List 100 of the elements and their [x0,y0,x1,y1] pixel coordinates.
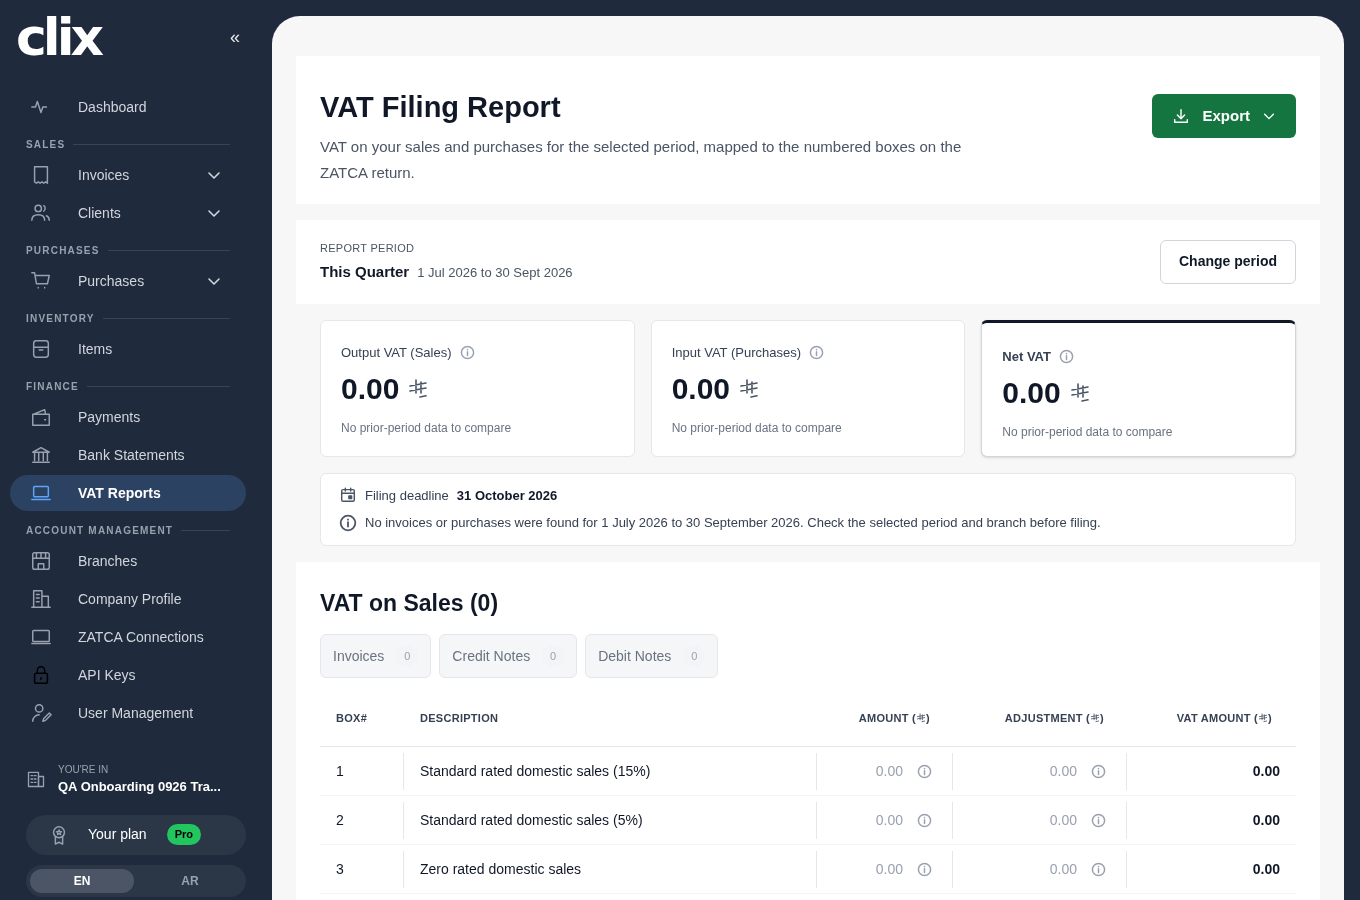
workspace-name: QA Onboarding 0926 Tra... [58,778,221,796]
building-icon [26,769,46,790]
table-cell-text: 0.00 [1252,761,1280,781]
riyal-icon [1090,713,1101,723]
export-button[interactable]: Export [1152,94,1296,138]
stat-note: No prior-period data to compare [671,420,843,437]
table-cell-text: Standard rated domestic sales (15%) [420,761,651,781]
column-header: ADJUSTMENT ( ) [1003,710,1105,726]
table-cell-text: Zero rated domestic sales [420,859,582,879]
info-icon [917,812,932,828]
sidebar-item[interactable]: ZATCA Connections [10,619,246,655]
sidebar-item[interactable]: Dashboard [10,89,246,125]
change-period-button[interactable]: Change period [1160,239,1296,284]
stat-label: Net VAT [1002,347,1051,366]
table-cell-text: 0.00 [1049,810,1077,830]
page-title: VAT Filing Report [320,90,562,125]
period-range: 1 Jul 2026 to 30 Sept 2026 [417,263,573,282]
table-cell-text: 2 [336,810,344,830]
info-icon [1091,861,1106,877]
info-icon [1091,763,1106,779]
language-option[interactable]: AR [138,868,242,893]
sidebar-item[interactable]: Branches [10,543,246,579]
riyal-icon [1068,381,1091,404]
user-edit-icon [30,702,52,724]
stat-value: 0.00 [671,371,731,407]
table-cell-text: Standard rated domestic sales (5%) [420,810,643,830]
table-cell-text: 0.00 [1049,761,1077,781]
workspace-caption: YOU'RE IN [58,763,110,777]
info-icon [917,763,932,779]
sidebar-item[interactable]: Payments [10,399,246,435]
users-icon [30,202,52,224]
column-header: DESCRIPTION [419,710,500,726]
table-cell-text: 0.00 [875,859,903,879]
notice-message: No invoices or purchases were found for 1 July 2026 to 30 September 2026. Check the selected period and branch before filing. [365,514,1101,532]
column-header: VAT AMOUNT ( ) [1175,710,1273,726]
stat-label: Input VAT (Purchases) [671,343,801,362]
riyal-icon [407,377,430,400]
section-heading: SALES [26,137,66,152]
deadline-label: Filing deadline [365,486,449,505]
stat-note: No prior-period data to compare [1002,424,1174,441]
calendar-icon [339,486,357,505]
cart-icon [30,270,52,292]
sidebar-item[interactable]: Bank Statements [10,437,246,473]
info-icon [809,344,824,360]
info-icon [459,344,475,360]
award-icon [50,824,68,845]
sidebar-item[interactable]: Invoices [10,157,246,193]
stat-value: 0.00 [341,371,400,407]
page-description: VAT on your sales and purchases for the selected period, mapped to the numbered boxes on the ZATCA return. [320,136,963,183]
plan-badge: Pro [166,824,201,845]
table-cell-text: 0.00 [1252,859,1280,879]
store-icon [30,550,52,572]
riyal-icon [1258,713,1269,723]
sidebar-item[interactable]: Purchases [10,263,246,299]
stat-value: 0.00 [1002,375,1061,411]
sidebar-item[interactable]: VAT Reports [10,475,246,511]
sidebar-item[interactable]: Company Profile [10,581,246,617]
stat-card[interactable]: Input VAT (Purchases) 0.00 No prior-period data to compare [650,319,966,457]
column-header: BOX# [335,710,369,726]
filter-tab[interactable]: Invoices 0 [320,634,432,678]
plan-label: Your plan [88,825,147,844]
deadline-date: 31 October 2026 [456,486,558,505]
filter-tab[interactable]: Debit Notes 0 [585,634,719,678]
table-cell-text: 0.00 [1049,859,1077,879]
period-caption: REPORT PERIOD [320,241,416,256]
table-cell-text: 0.00 [1252,810,1280,830]
stat-card[interactable]: Net VAT 0.00 No prior-period data to compare [981,319,1296,457]
collapse-button[interactable]: « [230,28,240,46]
sidebar-item[interactable]: Items [10,331,246,367]
bank-icon [30,444,52,466]
riyal-icon [916,713,927,723]
language-option[interactable]: EN [30,868,134,893]
stat-label: Output VAT (Sales) [341,343,452,362]
period-name: This Quarter [320,261,410,282]
building-icon [30,588,52,610]
sidebar-item[interactable]: User Management [10,695,246,731]
info-icon [917,861,932,877]
sidebar-item[interactable]: Clients [10,195,246,231]
section-heading: ACCOUNT MANAGEMENT [26,523,174,538]
sidebar-item[interactable]: API Keys [10,657,246,693]
plan-card[interactable]: Your plan Pro [26,814,246,855]
table-cell-text: 3 [336,859,344,879]
box-icon [30,338,52,360]
table-cell-text: 0.00 [875,761,903,781]
column-header: AMOUNT ( ) [857,710,931,726]
filter-tab[interactable]: Credit Notes 0 [439,634,578,678]
riyal-icon [738,377,761,400]
section-heading: FINANCE [26,379,79,394]
info-icon [1091,812,1106,828]
table-cell-text: 1 [336,761,344,781]
wallet-icon [30,406,52,428]
logo: clix [16,11,100,63]
info-icon [339,513,357,532]
section-heading: INVENTORY [26,311,95,326]
table-cell-text: 0.00 [875,810,903,830]
stat-card[interactable]: Output VAT (Sales) 0.00 No prior-period data to compare [320,319,635,457]
section-heading: PURCHASES [26,243,100,258]
download-icon [1172,107,1191,125]
section-title: VAT on Sales (0) [320,588,500,618]
info-icon [1058,348,1074,364]
